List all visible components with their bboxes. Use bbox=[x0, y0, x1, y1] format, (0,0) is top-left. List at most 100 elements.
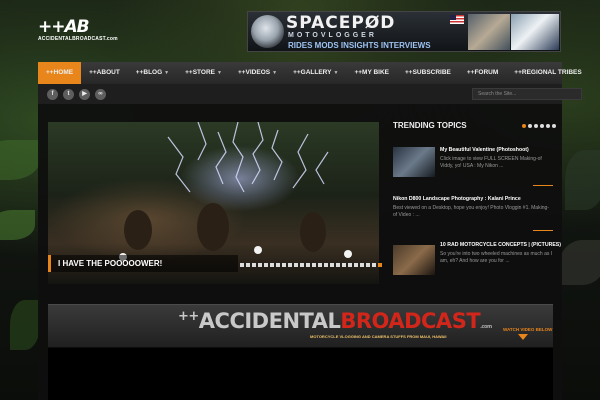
slider-dot[interactable] bbox=[336, 263, 340, 267]
twitter-icon[interactable]: t bbox=[63, 89, 74, 100]
nav-item-forum[interactable]: ++FORUM bbox=[459, 62, 506, 84]
nav-item-blog[interactable]: ++BLOG ▼ bbox=[128, 62, 177, 84]
chevron-down-icon: ▼ bbox=[272, 70, 278, 76]
nav-menu: ++HOME ++ABOUT ++BLOG ▼ ++STORE ▼ ++VIDEOS ▼ ++G… bbox=[38, 62, 582, 84]
banner-title: SPACEPØD bbox=[286, 13, 396, 33]
banner-photo-motorcycle bbox=[511, 14, 559, 50]
slider-dot[interactable] bbox=[240, 263, 244, 267]
arrow-down-icon bbox=[518, 334, 528, 340]
trending-thumbnail[interactable] bbox=[393, 245, 435, 275]
nav-item-label: ++REGIONAL TRIBES bbox=[514, 69, 582, 76]
trending-item-excerpt: Click image to view FULL SCREEN Making-o… bbox=[440, 156, 542, 169]
background-foliage bbox=[0, 210, 35, 240]
video-player[interactable] bbox=[48, 348, 553, 400]
nav-item-store[interactable]: ++STORE ▼ bbox=[177, 62, 230, 84]
trending-topics-title: TRENDING TOPICS bbox=[393, 121, 467, 130]
slider-dot[interactable] bbox=[366, 263, 370, 267]
chevron-down-icon: ▼ bbox=[217, 70, 222, 76]
slider-dot[interactable] bbox=[318, 263, 322, 267]
slider-dot[interactable] bbox=[264, 263, 268, 267]
trending-item-excerpt: Best viewed on a Desktop, hope you enjoy… bbox=[393, 205, 549, 218]
trending-separator bbox=[533, 185, 553, 186]
logo-subtitle: ACCIDENTALBROADCAST.com bbox=[38, 36, 118, 42]
slider-dot[interactable] bbox=[294, 263, 298, 267]
slider-dot[interactable] bbox=[360, 263, 364, 267]
trending-dot[interactable] bbox=[552, 124, 556, 128]
slider-dot[interactable] bbox=[372, 263, 376, 267]
logo-mark: ++AB bbox=[38, 17, 90, 37]
trending-item-title[interactable]: My Beautiful Valentine (Photoshoot) bbox=[440, 147, 529, 153]
youtube-icon[interactable]: ▶ bbox=[79, 89, 90, 100]
slider-dot[interactable] bbox=[246, 263, 250, 267]
nav-item-my-bike[interactable]: ++MY BIKE bbox=[346, 62, 397, 84]
spacepod-banner-ad[interactable]: SPACEPØD MOTOVLOGGER RIDES MODS INSIGHTS… bbox=[247, 11, 561, 52]
search-input[interactable]: Search the Site... bbox=[472, 88, 582, 100]
banner-subtitle: MOTOVLOGGER bbox=[288, 32, 377, 39]
slider-dot[interactable] bbox=[306, 263, 310, 267]
slider-dot[interactable] bbox=[300, 263, 304, 267]
astronaut-helmet-icon bbox=[251, 15, 284, 48]
promo-logo: ++ACCIDENTALBROADCAST.com bbox=[178, 309, 492, 333]
slider-dot[interactable] bbox=[324, 263, 328, 267]
slider-dot[interactable] bbox=[330, 263, 334, 267]
trending-separator bbox=[533, 230, 553, 231]
trending-item-title[interactable]: Nikon D800 Landscape Photography : Kalan… bbox=[393, 196, 521, 202]
accidental-broadcast-banner: ++ACCIDENTALBROADCAST.com MOTORCYCLE VLO… bbox=[48, 304, 553, 347]
nav-item-label: ++VIDEOS bbox=[237, 69, 271, 76]
slider-dot[interactable] bbox=[270, 263, 274, 267]
social-search-bar: f t ▶ ∞ Search the Site... bbox=[38, 84, 582, 104]
facebook-icon[interactable]: f bbox=[47, 89, 58, 100]
nav-item-about[interactable]: ++ABOUT bbox=[81, 62, 128, 84]
nav-item-home[interactable]: ++HOME bbox=[38, 62, 82, 84]
nav-item-label: ++HOME bbox=[46, 69, 74, 76]
slider-caption[interactable]: I HAVE THE POOOOOWER! bbox=[48, 255, 238, 272]
trending-item-excerpt: So you're into two wheeled machines as m… bbox=[440, 251, 553, 264]
trending-dot[interactable] bbox=[540, 124, 544, 128]
banner-tagline: RIDES MODS INSIGHTS INTERVIEWS bbox=[288, 41, 431, 50]
nav-item-gallery[interactable]: ++GALLERY ▼ bbox=[285, 62, 346, 84]
trending-thumbnail[interactable] bbox=[393, 147, 435, 177]
slider-dot[interactable] bbox=[252, 263, 256, 267]
trending-dot[interactable] bbox=[534, 124, 538, 128]
site-header: ++AB ACCIDENTALBROADCAST.com SPACEPØD MO… bbox=[0, 0, 600, 62]
trending-item[interactable]: 10 RAD MOTORCYCLE CONCEPTS | (PICTURES) … bbox=[393, 242, 561, 282]
slider-dot[interactable] bbox=[288, 263, 292, 267]
slider-dot[interactable] bbox=[348, 263, 352, 267]
nav-item-label: ++STORE bbox=[185, 69, 215, 76]
slider-dot[interactable] bbox=[354, 263, 358, 267]
trending-dot[interactable] bbox=[528, 124, 532, 128]
promo-tagline: MOTORCYCLE VLOGGING AND CAMERA STUFFS FR… bbox=[310, 334, 447, 339]
chevron-down-icon: ▼ bbox=[164, 70, 170, 76]
watch-video-label: WATCH VIDEO BELOW bbox=[503, 327, 553, 332]
background-foliage bbox=[0, 140, 40, 180]
slider-pagination bbox=[240, 263, 382, 267]
nav-item-label: ++ABOUT bbox=[89, 69, 120, 76]
site-logo[interactable]: ++AB ACCIDENTALBROADCAST.com bbox=[38, 18, 118, 48]
nav-item-regional-tribes[interactable]: ++REGIONAL TRIBES bbox=[506, 62, 589, 84]
nav-item-label: ++MY BIKE bbox=[354, 69, 389, 76]
trending-pagination bbox=[522, 124, 556, 128]
nav-item-label: ++GALLERY bbox=[293, 69, 332, 76]
slider-dot[interactable] bbox=[342, 263, 346, 267]
trending-item[interactable]: My Beautiful Valentine (Photoshoot) Clic… bbox=[393, 147, 553, 187]
nav-item-label: ++SUBSCRIBE bbox=[405, 69, 451, 76]
slider-dot[interactable] bbox=[258, 263, 262, 267]
nav-item-videos[interactable]: ++VIDEOS ▼ bbox=[230, 62, 285, 84]
slider-dot[interactable] bbox=[282, 263, 286, 267]
flickr-icon[interactable]: ∞ bbox=[95, 89, 106, 100]
trending-item[interactable]: Nikon D800 Landscape Photography : Kalan… bbox=[393, 196, 553, 236]
nav-item-label: ++FORUM bbox=[466, 69, 499, 76]
trending-item-title[interactable]: 10 RAD MOTORCYCLE CONCEPTS | (PICTURES) bbox=[440, 242, 561, 248]
nav-item-label: ++BLOG bbox=[135, 69, 163, 76]
trending-dot[interactable] bbox=[522, 124, 526, 128]
chevron-down-icon: ▼ bbox=[333, 70, 339, 76]
banner-photo-riders bbox=[468, 14, 510, 50]
nav-item-subscribe[interactable]: ++SUBSCRIBE bbox=[397, 62, 459, 84]
background-foliage bbox=[10, 300, 40, 350]
background-foliage bbox=[560, 240, 600, 285]
slider-dot[interactable] bbox=[276, 263, 280, 267]
trending-dot[interactable] bbox=[546, 124, 550, 128]
background-foliage bbox=[565, 150, 600, 210]
slider-dot[interactable] bbox=[378, 263, 382, 267]
slider-dot[interactable] bbox=[312, 263, 316, 267]
